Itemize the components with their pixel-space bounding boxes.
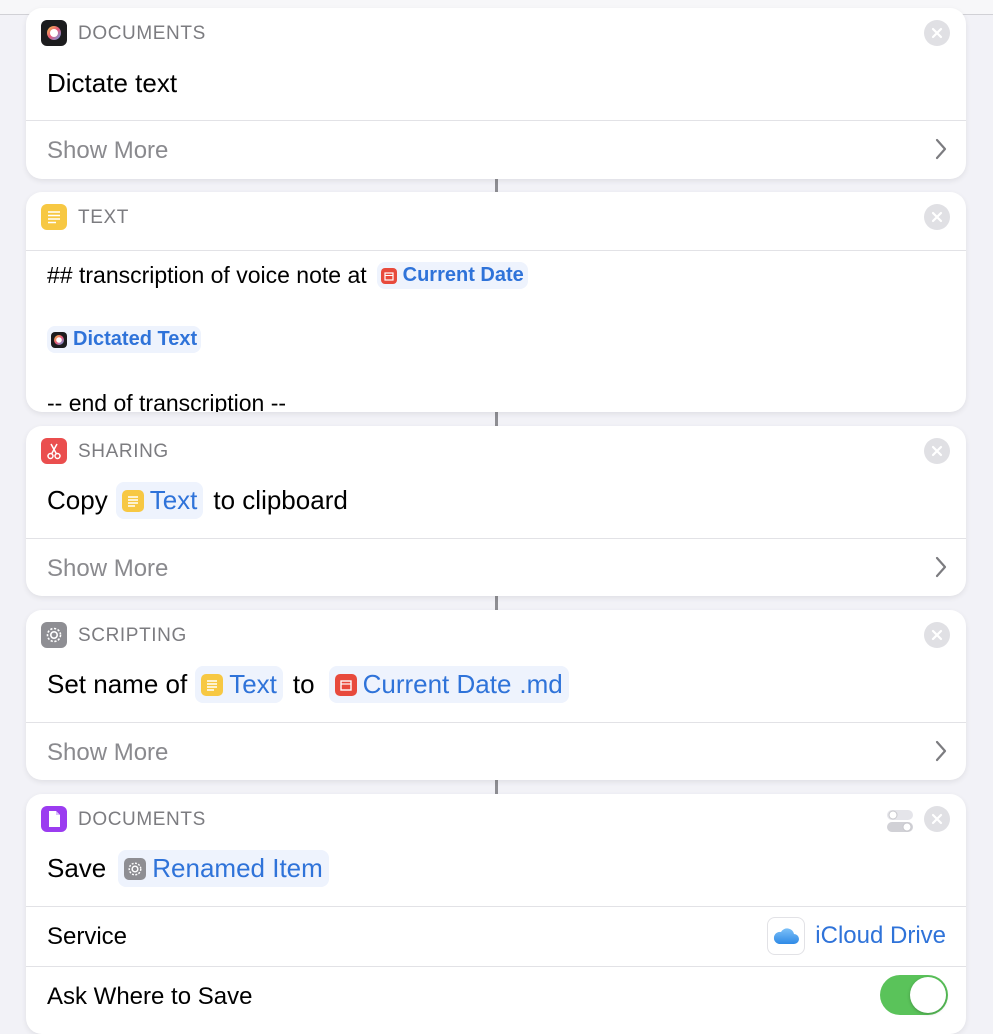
- gear-icon: [41, 622, 67, 648]
- gear-icon: [124, 857, 147, 880]
- close-icon: [931, 211, 943, 223]
- token-label: Dictated Text: [73, 328, 198, 350]
- service-label: Service: [47, 923, 128, 950]
- text-lines-icon: [41, 204, 67, 230]
- text-variable-token[interactable]: Text: [195, 666, 283, 703]
- remove-action-button[interactable]: [924, 622, 950, 648]
- close-icon: [931, 813, 943, 825]
- action-card-set-name[interactable]: SCRIPTING Set name of Text to Current Da…: [26, 610, 966, 780]
- remove-action-button[interactable]: [924, 438, 950, 464]
- text-lines-icon: [121, 489, 144, 512]
- text-lines-icon: [201, 673, 224, 696]
- renamed-item-token[interactable]: Renamed Item: [118, 850, 329, 887]
- service-picker[interactable]: iCloud Drive: [767, 917, 946, 955]
- text-body-text: ## transcription of voice note at: [47, 262, 367, 288]
- ask-where-to-save-row: Ask Where to Save: [26, 967, 966, 1025]
- action-sentence: Copy Text to clipboard: [47, 482, 348, 519]
- current-date-token[interactable]: Current Date: [376, 262, 528, 289]
- show-more-row[interactable]: Show More: [26, 121, 966, 179]
- close-icon: [931, 629, 943, 641]
- dictate-waveform-icon: [51, 331, 67, 348]
- action-title: Dictate text: [47, 68, 177, 99]
- toggle-knob: [910, 977, 946, 1013]
- connector-line: [495, 596, 498, 610]
- show-more-row[interactable]: Show More: [26, 539, 966, 596]
- remove-action-button[interactable]: [924, 20, 950, 46]
- card-header: TEXT: [26, 192, 966, 236]
- token-label: Renamed Item: [152, 853, 323, 883]
- token-label: Text: [229, 669, 277, 699]
- show-more-label: Show More: [47, 555, 169, 582]
- divider: [26, 250, 966, 251]
- current-date-md-token[interactable]: Current Date .md: [328, 666, 569, 703]
- category-label: SHARING: [78, 441, 169, 462]
- show-more-row[interactable]: Show More: [26, 723, 966, 780]
- action-sentence: Set name of Text to Current Date .md: [47, 666, 579, 703]
- action-text: Dictate text: [47, 68, 178, 98]
- text-body-line-2[interactable]: Dictated Text: [47, 326, 211, 353]
- document-icon: [41, 806, 67, 832]
- calendar-icon: [334, 673, 357, 696]
- token-label: Current Date: [362, 669, 512, 699]
- token-suffix: .md: [519, 669, 563, 699]
- dictate-waveform-icon: [41, 20, 67, 46]
- action-card-copy-to-clipboard[interactable]: SHARING Copy Text to clipboard Show More: [26, 426, 966, 596]
- remove-action-button[interactable]: [924, 806, 950, 832]
- card-header: DOCUMENTS: [26, 794, 966, 838]
- category-label: TEXT: [78, 207, 129, 228]
- action-word: Copy: [47, 485, 108, 515]
- show-more-label: Show More: [47, 739, 169, 766]
- action-word: to: [292, 669, 315, 699]
- text-variable-token[interactable]: Text: [115, 482, 204, 519]
- service-value: iCloud Drive: [815, 922, 946, 949]
- chevron-right-icon: [935, 138, 947, 160]
- category-label: DOCUMENTS: [78, 809, 206, 830]
- card-header: SCRIPTING: [26, 610, 966, 654]
- action-word: Set name of: [47, 669, 188, 699]
- parameters-toggle-icon[interactable]: [886, 808, 914, 834]
- close-icon: [931, 445, 943, 457]
- remove-action-button[interactable]: [924, 204, 950, 230]
- chevron-right-icon: [935, 740, 947, 762]
- close-icon: [931, 27, 943, 39]
- text-body-line-1[interactable]: ## transcription of voice note at Curren…: [47, 262, 538, 289]
- dictated-text-token[interactable]: Dictated Text: [47, 326, 202, 353]
- connector-line: [495, 780, 498, 794]
- ask-where-to-save-label: Ask Where to Save: [47, 983, 253, 1010]
- show-more-label: Show More: [47, 137, 169, 164]
- icloud-icon: [767, 917, 806, 955]
- action-card-dictate-text[interactable]: DOCUMENTS Dictate text Show More: [26, 8, 966, 179]
- action-card-save-file[interactable]: DOCUMENTS Save Renamed Item Service iClo…: [26, 794, 966, 1034]
- action-word: to clipboard: [213, 485, 348, 515]
- calendar-icon: [380, 267, 397, 284]
- token-label: Text: [149, 485, 198, 515]
- action-word: Save: [47, 853, 107, 883]
- ask-where-to-save-toggle[interactable]: [880, 975, 948, 1015]
- category-label: DOCUMENTS: [78, 23, 206, 44]
- action-card-text[interactable]: TEXT ## transcription of voice note at C…: [26, 192, 966, 412]
- card-header: SHARING: [26, 426, 966, 470]
- token-label: Current Date: [402, 264, 524, 286]
- connector-line: [495, 412, 498, 426]
- category-label: SCRIPTING: [78, 625, 187, 646]
- text-body-line-3: -- end of transcription --: [47, 390, 287, 412]
- card-header: DOCUMENTS: [26, 8, 966, 52]
- service-row[interactable]: Service iCloud Drive: [26, 907, 966, 965]
- chevron-right-icon: [935, 556, 947, 578]
- connector-line: [495, 179, 498, 192]
- action-sentence: Save Renamed Item: [47, 850, 339, 887]
- scissors-icon: [41, 438, 67, 464]
